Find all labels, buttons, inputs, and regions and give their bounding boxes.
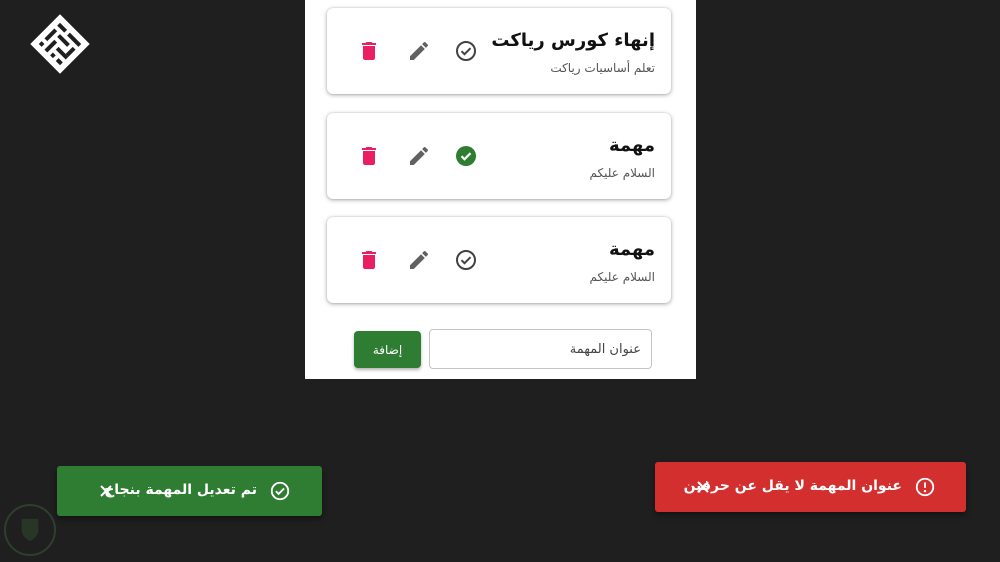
toast-message: تم تعديل المهمة بنجاح — [104, 482, 257, 498]
close-icon[interactable] — [98, 483, 114, 499]
todo-card: مهمة السلام عليكم — [327, 113, 671, 199]
check-circle-done-icon[interactable] — [454, 144, 478, 168]
delete-icon[interactable] — [357, 39, 381, 63]
delete-icon[interactable] — [357, 248, 381, 272]
check-circle-outline-icon[interactable] — [454, 248, 478, 272]
todo-card: مهمة السلام عليكم — [327, 217, 671, 303]
success-toast: تم تعديل المهمة بنجاح — [57, 466, 322, 516]
error-toast: عنوان المهمة لا يقل عن حرفين — [655, 462, 966, 512]
delete-icon[interactable] — [357, 144, 381, 168]
check-circle-icon — [270, 481, 290, 501]
todo-panel: إنهاء كورس رياكت تعلم أساسيات رياكت مهمة… — [305, 0, 696, 379]
task-title-input[interactable] — [429, 329, 652, 369]
todo-title: إنهاء كورس رياكت — [491, 30, 655, 51]
edit-icon[interactable] — [407, 248, 431, 272]
close-icon[interactable] — [695, 479, 711, 495]
todo-title: مهمة — [608, 135, 655, 156]
todo-card: إنهاء كورس رياكت تعلم أساسيات رياكت — [327, 8, 671, 94]
add-button[interactable]: إضافة — [354, 331, 421, 368]
edit-icon[interactable] — [407, 144, 431, 168]
watermark-shield-icon — [4, 504, 56, 556]
todo-title: مهمة — [608, 239, 655, 260]
logo-icon — [30, 14, 90, 74]
check-circle-outline-icon[interactable] — [454, 39, 478, 63]
todo-details: السلام عليكم — [589, 270, 655, 284]
edit-icon[interactable] — [407, 39, 431, 63]
error-outline-icon — [915, 477, 935, 497]
todo-details: السلام عليكم — [589, 166, 655, 180]
toast-message: عنوان المهمة لا يقل عن حرفين — [683, 478, 902, 494]
todo-details: تعلم أساسيات رياكت — [550, 61, 655, 75]
